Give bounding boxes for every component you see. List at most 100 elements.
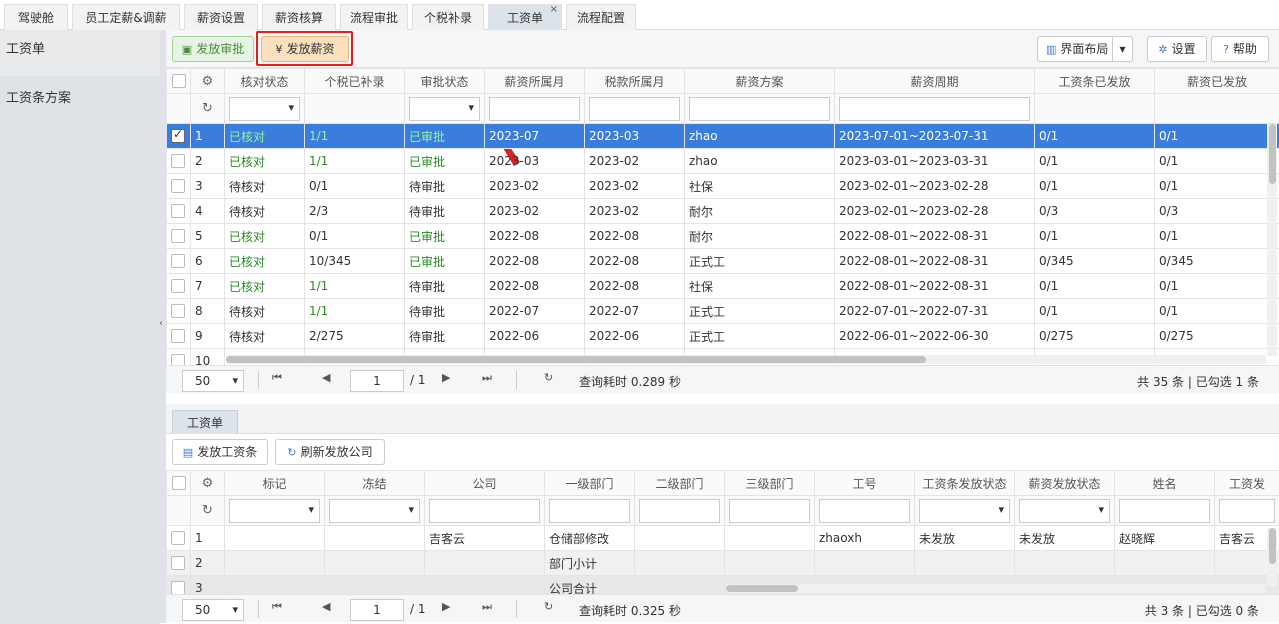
- filter-select[interactable]: [229, 499, 320, 523]
- table-row[interactable]: 9待核对2/275待审批2022-062022-06正式工2022-06-01~…: [167, 324, 1279, 349]
- row-checkbox[interactable]: [167, 249, 191, 274]
- col-header[interactable]: 薪资已发放: [1155, 69, 1279, 94]
- prev-page-icon[interactable]: ◀: [322, 600, 330, 613]
- gear-icon[interactable]: ⚙: [191, 69, 225, 94]
- filter-input[interactable]: [1219, 499, 1275, 523]
- row-checkbox[interactable]: [167, 199, 191, 224]
- refresh-icon[interactable]: ↻: [191, 496, 225, 526]
- last-page-icon[interactable]: ⏭: [482, 600, 492, 614]
- tab-salary-adjust[interactable]: 员工定薪&调薪: [72, 4, 180, 30]
- filter-select[interactable]: [229, 97, 300, 121]
- filter-select[interactable]: [329, 499, 420, 523]
- col-header[interactable]: 税款所属月: [585, 69, 685, 94]
- select-all-checkbox[interactable]: [167, 471, 191, 496]
- table-row[interactable]: 6已核对10/345已审批2022-082022-08正式工2022-08-01…: [167, 249, 1279, 274]
- table-row[interactable]: 3待核对0/1待审批2023-022023-02社保2023-02-01~202…: [167, 174, 1279, 199]
- table-row[interactable]: 2已核对1/1已审批2023-032023-02zhao2023-03-01~2…: [167, 149, 1279, 174]
- tab-approval-flow[interactable]: 流程审批: [340, 4, 408, 30]
- close-icon[interactable]: ×: [550, 0, 558, 23]
- row-checkbox[interactable]: [167, 274, 191, 299]
- col-header[interactable]: 标记: [225, 471, 325, 496]
- next-page-icon[interactable]: ▶: [442, 371, 450, 384]
- filter-input[interactable]: [819, 499, 910, 523]
- first-page-icon[interactable]: ⏮: [272, 371, 282, 385]
- col-header[interactable]: 二级部门: [635, 471, 725, 496]
- col-header[interactable]: 审批状态: [405, 69, 485, 94]
- col-header[interactable]: 薪资周期: [835, 69, 1035, 94]
- filter-select[interactable]: [919, 499, 1010, 523]
- row-checkbox[interactable]: [167, 149, 191, 174]
- tab-payslip[interactable]: 工资单 ×: [488, 4, 562, 30]
- filter-input[interactable]: [729, 499, 810, 523]
- refresh-icon[interactable]: ↻: [544, 600, 553, 613]
- filter-input[interactable]: [549, 499, 630, 523]
- page-input[interactable]: 1: [350, 370, 404, 392]
- tab-payslip-detail[interactable]: 工资单: [172, 410, 238, 434]
- tab-flow-config[interactable]: 流程配置: [566, 4, 636, 30]
- vertical-scrollbar[interactable]: [1267, 528, 1277, 586]
- sidebar-item-payslip[interactable]: 工资单: [0, 30, 160, 76]
- filter-input[interactable]: [1119, 499, 1210, 523]
- chevron-down-icon[interactable]: ▾: [1112, 37, 1132, 61]
- filter-input[interactable]: [589, 97, 680, 121]
- next-page-icon[interactable]: ▶: [442, 600, 450, 613]
- table-row[interactable]: 4待核对2/3待审批2023-022023-02耐尔2023-02-01~202…: [167, 199, 1279, 224]
- col-header[interactable]: 个税已补录: [305, 69, 405, 94]
- refresh-icon[interactable]: ↻: [191, 94, 225, 124]
- col-header[interactable]: 工号: [815, 471, 915, 496]
- col-header[interactable]: 工资条已发放: [1035, 69, 1155, 94]
- tab-tax-supplement[interactable]: 个税补录: [412, 4, 484, 30]
- help-button[interactable]: ?帮助: [1211, 36, 1269, 62]
- row-checkbox[interactable]: [167, 324, 191, 349]
- col-header[interactable]: 公司: [425, 471, 545, 496]
- first-page-icon[interactable]: ⏮: [272, 600, 282, 614]
- filter-input[interactable]: [689, 97, 830, 121]
- row-checkbox[interactable]: [167, 299, 191, 324]
- layout-button[interactable]: ▥界面布局 ▾: [1037, 36, 1133, 62]
- col-header[interactable]: 核对状态: [225, 69, 305, 94]
- filter-select[interactable]: [1019, 499, 1110, 523]
- table-row[interactable]: 5已核对0/1已审批2022-082022-08耐尔2022-08-01~202…: [167, 224, 1279, 249]
- col-header[interactable]: 薪资所属月: [485, 69, 585, 94]
- prev-page-icon[interactable]: ◀: [322, 371, 330, 384]
- row-checkbox[interactable]: [167, 551, 191, 576]
- row-checkbox[interactable]: [167, 224, 191, 249]
- send-payslip-button[interactable]: ▤发放工资条: [172, 439, 268, 465]
- filter-input[interactable]: [429, 499, 540, 523]
- approve-button[interactable]: ▣发放审批: [172, 36, 254, 62]
- tab-salary-accounting[interactable]: 薪资核算: [262, 4, 336, 30]
- sidebar-item-payslip-scheme[interactable]: 工资条方案: [0, 76, 160, 624]
- settings-button[interactable]: ✲设置: [1147, 36, 1207, 62]
- table-row[interactable]: 1吉客云仓储部修改zhaoxh未发放未发放赵晓辉吉客云: [167, 526, 1279, 551]
- filter-select[interactable]: [409, 97, 480, 121]
- table-row[interactable]: 7已核对1/1待审批2022-082022-08社保2022-08-01~202…: [167, 274, 1279, 299]
- row-checkbox[interactable]: [167, 526, 191, 551]
- col-header[interactable]: 薪资发放状态: [1015, 471, 1115, 496]
- row-checkbox[interactable]: [167, 124, 191, 149]
- col-header[interactable]: 冻结: [325, 471, 425, 496]
- table-row[interactable]: 2部门小计: [167, 551, 1279, 576]
- page-size-select[interactable]: 50: [182, 370, 244, 392]
- last-page-icon[interactable]: ⏭: [482, 371, 492, 385]
- tab-cockpit[interactable]: 驾驶舱: [4, 4, 68, 30]
- page-size-select[interactable]: 50: [182, 599, 244, 621]
- refresh-company-button[interactable]: ↻刷新发放公司: [275, 439, 385, 465]
- col-header[interactable]: 姓名: [1115, 471, 1215, 496]
- refresh-icon[interactable]: ↻: [544, 371, 553, 384]
- select-all-checkbox[interactable]: [167, 69, 191, 94]
- horizontal-scrollbar[interactable]: [726, 584, 1266, 593]
- filter-input[interactable]: [489, 97, 580, 121]
- col-header[interactable]: 三级部门: [725, 471, 815, 496]
- vertical-scrollbar[interactable]: [1267, 124, 1277, 356]
- col-header[interactable]: 工资条发放状态: [915, 471, 1015, 496]
- col-header[interactable]: 一级部门: [545, 471, 635, 496]
- col-header[interactable]: 工资发: [1215, 471, 1279, 496]
- page-input[interactable]: 1: [350, 599, 404, 621]
- filter-input[interactable]: [639, 499, 720, 523]
- horizontal-scrollbar[interactable]: [226, 355, 1266, 364]
- filter-input[interactable]: [839, 97, 1030, 121]
- row-checkbox[interactable]: [167, 174, 191, 199]
- col-header[interactable]: 薪资方案: [685, 69, 835, 94]
- table-row[interactable]: 8待核对1/1待审批2022-072022-07正式工2022-07-01~20…: [167, 299, 1279, 324]
- tab-salary-settings[interactable]: 薪资设置: [184, 4, 258, 30]
